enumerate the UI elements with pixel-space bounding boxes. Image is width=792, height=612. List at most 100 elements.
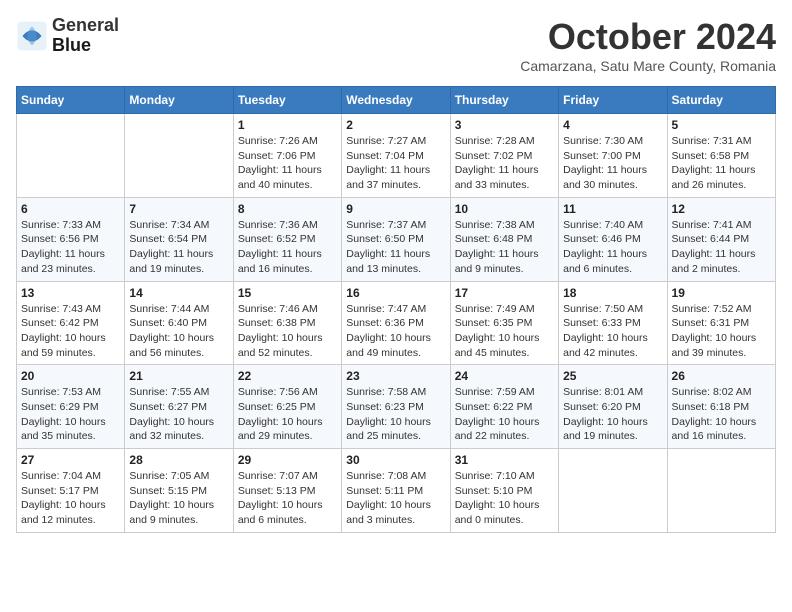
day-detail: Sunrise: 8:01 AM Sunset: 6:20 PM Dayligh… [563, 385, 662, 444]
day-detail: Sunrise: 7:26 AM Sunset: 7:06 PM Dayligh… [238, 134, 337, 193]
calendar-cell: 23Sunrise: 7:58 AM Sunset: 6:23 PM Dayli… [342, 365, 450, 449]
day-number: 15 [238, 286, 337, 300]
weekday-header: Friday [559, 87, 667, 114]
weekday-header: Wednesday [342, 87, 450, 114]
day-number: 22 [238, 369, 337, 383]
day-number: 5 [672, 118, 771, 132]
day-number: 24 [455, 369, 554, 383]
day-number: 29 [238, 453, 337, 467]
calendar-cell: 22Sunrise: 7:56 AM Sunset: 6:25 PM Dayli… [233, 365, 341, 449]
calendar-cell: 7 Sunrise: 7:34 AM Sunset: 6:54 PM Daylig… [125, 197, 233, 281]
day-detail: Sunrise: 7:05 AM Sunset: 5:15 PM Dayligh… [129, 469, 228, 528]
day-detail: Sunrise: 7:30 AM Sunset: 7:00 PM Dayligh… [563, 134, 662, 193]
calendar-cell: 4 Sunrise: 7:30 AM Sunset: 7:00 PM Daylig… [559, 114, 667, 198]
calendar-cell: 11 Sunrise: 7:40 AM Sunset: 6:46 PM Dayli… [559, 197, 667, 281]
day-number: 30 [346, 453, 445, 467]
day-detail: Sunrise: 7:47 AM Sunset: 6:36 PM Dayligh… [346, 302, 445, 361]
day-detail: Sunrise: 7:59 AM Sunset: 6:22 PM Dayligh… [455, 385, 554, 444]
day-detail: Sunrise: 7:07 AM Sunset: 5:13 PM Dayligh… [238, 469, 337, 528]
day-number: 21 [129, 369, 228, 383]
calendar-cell: 31Sunrise: 7:10 AM Sunset: 5:10 PM Dayli… [450, 449, 558, 533]
day-number: 28 [129, 453, 228, 467]
logo-line2: Blue [52, 36, 119, 56]
day-detail: Sunrise: 7:31 AM Sunset: 6:58 PM Dayligh… [672, 134, 771, 193]
calendar-cell: 20Sunrise: 7:53 AM Sunset: 6:29 PM Dayli… [17, 365, 125, 449]
calendar-cell: 25 Sunrise: 8:01 AM Sunset: 6:20 PM Dayli… [559, 365, 667, 449]
calendar-week-row: 13Sunrise: 7:43 AM Sunset: 6:42 PM Dayli… [17, 281, 776, 365]
calendar-cell [125, 114, 233, 198]
calendar-cell: 15 Sunrise: 7:46 AM Sunset: 6:38 PM Dayli… [233, 281, 341, 365]
day-number: 6 [21, 202, 120, 216]
page-header: General Blue October 2024 Camarzana, Sat… [16, 16, 776, 74]
calendar-cell [667, 449, 775, 533]
calendar-week-row: 20Sunrise: 7:53 AM Sunset: 6:29 PM Dayli… [17, 365, 776, 449]
day-detail: Sunrise: 7:50 AM Sunset: 6:33 PM Dayligh… [563, 302, 662, 361]
month-title: October 2024 [520, 16, 776, 58]
day-number: 9 [346, 202, 445, 216]
day-detail: Sunrise: 7:34 AM Sunset: 6:54 PM Dayligh… [129, 218, 228, 277]
calendar-cell: 1 Sunrise: 7:26 AM Sunset: 7:06 PM Daylig… [233, 114, 341, 198]
calendar-cell: 17Sunrise: 7:49 AM Sunset: 6:35 PM Dayli… [450, 281, 558, 365]
calendar-cell: 16 Sunrise: 7:47 AM Sunset: 6:36 PM Dayli… [342, 281, 450, 365]
day-detail: Sunrise: 7:55 AM Sunset: 6:27 PM Dayligh… [129, 385, 228, 444]
day-detail: Sunrise: 7:46 AM Sunset: 6:38 PM Dayligh… [238, 302, 337, 361]
day-detail: Sunrise: 7:36 AM Sunset: 6:52 PM Dayligh… [238, 218, 337, 277]
logo-line1: General [52, 16, 119, 36]
day-number: 7 [129, 202, 228, 216]
day-number: 23 [346, 369, 445, 383]
calendar-header-row: SundayMondayTuesdayWednesdayThursdayFrid… [17, 87, 776, 114]
weekday-header: Thursday [450, 87, 558, 114]
logo-icon [16, 20, 48, 52]
calendar-week-row: 27Sunrise: 7:04 AM Sunset: 5:17 PM Dayli… [17, 449, 776, 533]
day-number: 3 [455, 118, 554, 132]
day-detail: Sunrise: 7:10 AM Sunset: 5:10 PM Dayligh… [455, 469, 554, 528]
day-number: 4 [563, 118, 662, 132]
calendar-cell: 18 Sunrise: 7:50 AM Sunset: 6:33 PM Dayli… [559, 281, 667, 365]
calendar-cell: 26 Sunrise: 8:02 AM Sunset: 6:18 PM Dayli… [667, 365, 775, 449]
day-number: 1 [238, 118, 337, 132]
day-number: 12 [672, 202, 771, 216]
day-number: 18 [563, 286, 662, 300]
day-detail: Sunrise: 7:40 AM Sunset: 6:46 PM Dayligh… [563, 218, 662, 277]
calendar-cell: 28 Sunrise: 7:05 AM Sunset: 5:15 PM Dayli… [125, 449, 233, 533]
weekday-header: Monday [125, 87, 233, 114]
calendar-week-row: 6Sunrise: 7:33 AM Sunset: 6:56 PM Daylig… [17, 197, 776, 281]
day-detail: Sunrise: 7:41 AM Sunset: 6:44 PM Dayligh… [672, 218, 771, 277]
day-detail: Sunrise: 7:52 AM Sunset: 6:31 PM Dayligh… [672, 302, 771, 361]
weekday-header: Tuesday [233, 87, 341, 114]
day-number: 25 [563, 369, 662, 383]
day-detail: Sunrise: 7:08 AM Sunset: 5:11 PM Dayligh… [346, 469, 445, 528]
calendar-cell [559, 449, 667, 533]
day-number: 8 [238, 202, 337, 216]
day-detail: Sunrise: 8:02 AM Sunset: 6:18 PM Dayligh… [672, 385, 771, 444]
day-number: 26 [672, 369, 771, 383]
day-number: 2 [346, 118, 445, 132]
day-number: 14 [129, 286, 228, 300]
day-detail: Sunrise: 7:49 AM Sunset: 6:35 PM Dayligh… [455, 302, 554, 361]
day-detail: Sunrise: 7:37 AM Sunset: 6:50 PM Dayligh… [346, 218, 445, 277]
weekday-header: Sunday [17, 87, 125, 114]
calendar-cell: 13Sunrise: 7:43 AM Sunset: 6:42 PM Dayli… [17, 281, 125, 365]
logo: General Blue [16, 16, 119, 56]
day-detail: Sunrise: 7:53 AM Sunset: 6:29 PM Dayligh… [21, 385, 120, 444]
calendar-cell: 9 Sunrise: 7:37 AM Sunset: 6:50 PM Daylig… [342, 197, 450, 281]
calendar-table: SundayMondayTuesdayWednesdayThursdayFrid… [16, 86, 776, 533]
calendar-cell: 12 Sunrise: 7:41 AM Sunset: 6:44 PM Dayli… [667, 197, 775, 281]
calendar-week-row: 1 Sunrise: 7:26 AM Sunset: 7:06 PM Daylig… [17, 114, 776, 198]
logo-text: General Blue [52, 16, 119, 56]
day-detail: Sunrise: 7:27 AM Sunset: 7:04 PM Dayligh… [346, 134, 445, 193]
calendar-cell: 5 Sunrise: 7:31 AM Sunset: 6:58 PM Daylig… [667, 114, 775, 198]
day-number: 16 [346, 286, 445, 300]
title-block: October 2024 Camarzana, Satu Mare County… [520, 16, 776, 74]
day-detail: Sunrise: 7:44 AM Sunset: 6:40 PM Dayligh… [129, 302, 228, 361]
calendar-cell: 3 Sunrise: 7:28 AM Sunset: 7:02 PM Daylig… [450, 114, 558, 198]
calendar-cell [17, 114, 125, 198]
calendar-cell: 6Sunrise: 7:33 AM Sunset: 6:56 PM Daylig… [17, 197, 125, 281]
calendar-cell: 8 Sunrise: 7:36 AM Sunset: 6:52 PM Daylig… [233, 197, 341, 281]
day-number: 27 [21, 453, 120, 467]
day-number: 11 [563, 202, 662, 216]
calendar-cell: 19Sunrise: 7:52 AM Sunset: 6:31 PM Dayli… [667, 281, 775, 365]
day-detail: Sunrise: 7:28 AM Sunset: 7:02 PM Dayligh… [455, 134, 554, 193]
calendar-cell: 24 Sunrise: 7:59 AM Sunset: 6:22 PM Dayli… [450, 365, 558, 449]
calendar-cell: 29 Sunrise: 7:07 AM Sunset: 5:13 PM Dayli… [233, 449, 341, 533]
